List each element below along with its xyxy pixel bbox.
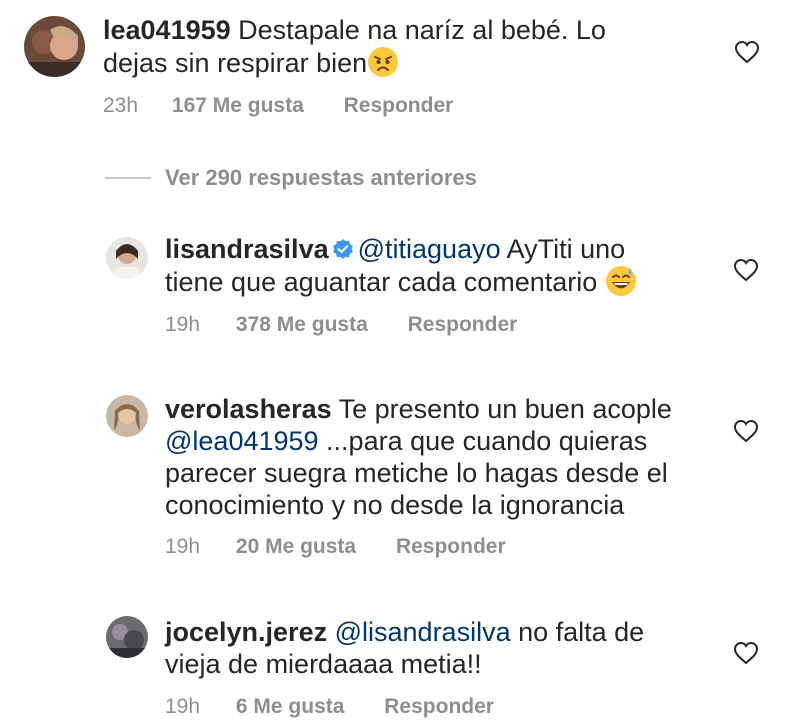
like-heart-icon[interactable] — [734, 40, 760, 64]
timestamp: 19h — [165, 313, 201, 336]
angry-face-icon — [367, 46, 399, 78]
avatar[interactable] — [24, 16, 85, 77]
avatar-photo-icon — [106, 616, 148, 658]
timestamp: 19h — [165, 695, 201, 718]
avatar[interactable] — [106, 395, 148, 437]
comment-body-line: conocimiento y no desde la ignorancia — [165, 490, 625, 520]
username[interactable]: verolasheras — [165, 394, 332, 424]
verified-badge-icon — [332, 235, 354, 259]
comment-meta: 23h 167 Me gusta Responder — [103, 94, 453, 118]
likes-count[interactable]: 378 Me gusta — [236, 313, 368, 337]
mention-link[interactable]: @lea041959 — [165, 426, 319, 456]
divider — [105, 177, 151, 179]
reply-button[interactable]: Responder — [344, 94, 454, 118]
comment-text: lea041959 Destapale na naríz al bebé. Lo… — [103, 14, 703, 79]
username[interactable]: lisandrasilva — [165, 234, 329, 264]
likes-count[interactable]: 6 Me gusta — [236, 695, 345, 719]
comment-body-line: vieja de mierdaaaa metia!! — [165, 649, 482, 679]
comment-meta: 19h 20 Me gusta Responder — [165, 535, 506, 559]
avatar-photo-icon — [24, 16, 85, 77]
timestamp: 19h — [165, 535, 201, 558]
avatar[interactable] — [106, 616, 148, 658]
likes-count[interactable]: 167 Me gusta — [172, 94, 304, 118]
comment-body-line: no falta de — [510, 617, 645, 647]
avatar[interactable] — [106, 237, 148, 279]
comment-body-line: dejas sin respirar bien — [103, 48, 368, 78]
view-previous-replies-label: Ver 290 respuestas anteriores — [165, 165, 477, 190]
timestamp: 23h — [103, 94, 139, 117]
comment-meta: 19h 6 Me gusta Responder — [165, 695, 494, 719]
avatar-photo-icon — [106, 395, 148, 437]
reply-button[interactable]: Responder — [396, 535, 506, 559]
comment-body-line: ...para que cuando quieras — [318, 426, 648, 456]
comment-body-line: Destapale na naríz al bebé. Lo — [238, 15, 606, 45]
comment-text: jocelyn.jerez @lisandrasilva no falta de… — [165, 616, 725, 680]
comment-body-line: parecer suegra metiche lo hagas desde el — [165, 458, 668, 488]
comment-text: verolasheras Te presento un buen acople … — [165, 393, 725, 521]
mention-link[interactable]: @titiaguayo — [358, 234, 501, 264]
comment-body-line: AyTiti uno — [506, 234, 626, 264]
comment-body-line: tiene que aguantar cada comentario — [165, 267, 598, 297]
reply-button[interactable]: Responder — [408, 313, 518, 337]
mention-link[interactable]: @lisandrasilva — [335, 617, 511, 647]
view-previous-replies[interactable]: Ver 290 respuestas anteriores — [105, 163, 477, 193]
comment-meta: 19h 378 Me gusta Responder — [165, 313, 517, 337]
comment-body-line: Te presento un buen acople — [338, 394, 672, 424]
like-heart-icon[interactable] — [733, 641, 759, 665]
like-heart-icon[interactable] — [733, 258, 759, 282]
avatar-photo-icon — [106, 237, 148, 279]
grinning-sweat-face-icon — [605, 265, 637, 297]
comment-text: lisandrasilva @titiaguayo AyTiti uno tie… — [165, 233, 705, 298]
reply-button[interactable]: Responder — [384, 695, 494, 719]
username[interactable]: jocelyn.jerez — [165, 617, 327, 647]
like-heart-icon[interactable] — [733, 419, 759, 443]
likes-count[interactable]: 20 Me gusta — [236, 535, 356, 559]
username[interactable]: lea041959 — [103, 15, 231, 45]
